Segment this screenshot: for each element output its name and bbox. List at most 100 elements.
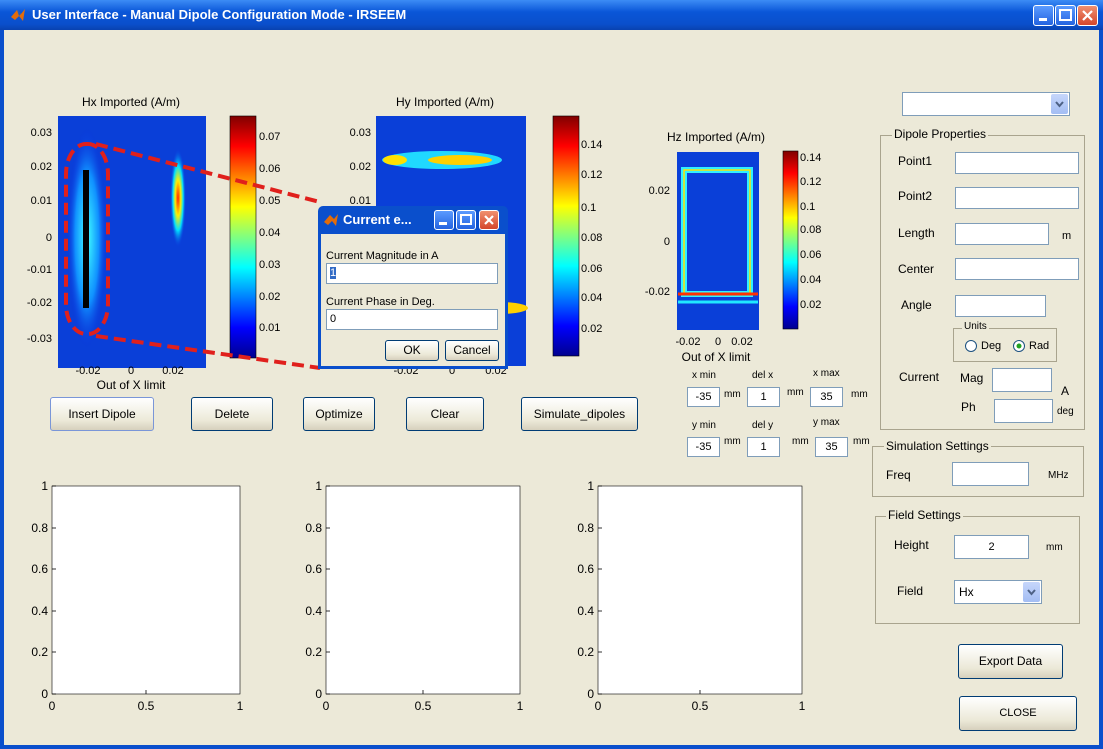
field-select-arrow[interactable] [1023, 582, 1040, 602]
point2-field[interactable] [955, 187, 1079, 209]
clear-button[interactable]: Clear [406, 397, 484, 431]
hx-title: Hx Imported (A/m) [82, 95, 180, 109]
field-select[interactable]: Hx [954, 580, 1042, 604]
center-field[interactable] [955, 258, 1079, 280]
point2-label: Point2 [898, 189, 933, 203]
field-select-value: Hx [959, 585, 974, 599]
empty-axes-2: 1 0.8 0.6 0.4 0.2 0 0 0.5 1 [305, 479, 523, 713]
phase-value: 0 [330, 313, 337, 325]
hy-yticks: 0.03 0.02 0.01 [350, 127, 371, 207]
xtick: 0.5 [692, 699, 709, 713]
hz-xticks: -0.02 0 0.02 [675, 336, 752, 348]
hx-cbar-tick: 0.03 [259, 259, 280, 271]
minimize-icon [439, 222, 447, 225]
hz-colorbar-ticks: 0.14 0.12 0.1 0.08 0.06 0.04 0.02 [800, 152, 821, 311]
y-max-field[interactable]: 35 [815, 437, 848, 457]
del-x-label: del x [752, 370, 774, 381]
simulation-settings-title: Simulation Settings [884, 439, 991, 453]
xtick: 1 [237, 699, 244, 713]
xtick: 0 [323, 699, 330, 713]
units-title: Units [962, 321, 989, 332]
hx-xtick: 0.02 [162, 365, 183, 377]
deg-label: Deg [981, 340, 1002, 352]
maximize-button[interactable] [1055, 5, 1076, 26]
x-min-unit: mm [724, 389, 741, 400]
xtick: 1 [517, 699, 524, 713]
mag-field[interactable] [992, 368, 1052, 392]
close-label: CLOSE [999, 707, 1037, 719]
close-button[interactable]: CLOSE [959, 696, 1077, 731]
freq-label: Freq [886, 468, 911, 482]
del-x-field[interactable]: 1 [747, 387, 780, 407]
hx-cbar-tick: 0.01 [259, 322, 280, 334]
y-min-label: y min [692, 420, 716, 431]
hy-cbar-tick: 0.12 [581, 169, 602, 181]
freq-field[interactable] [952, 462, 1029, 486]
hy-cbar-tick: 0.08 [581, 232, 602, 244]
dialog-close-button[interactable] [479, 210, 499, 230]
insert-dipole-button[interactable]: Insert Dipole [50, 397, 154, 431]
magnitude-field[interactable]: 1 [326, 263, 498, 284]
x-max-field[interactable]: 35 [810, 387, 843, 407]
xtick: 0.5 [138, 699, 155, 713]
dialog-minimize-button[interactable] [434, 210, 454, 230]
dropdown-arrow-button[interactable] [1051, 94, 1068, 114]
height-field[interactable]: 2 [954, 535, 1029, 559]
ok-button[interactable]: OK [385, 340, 439, 361]
angle-field[interactable] [955, 295, 1046, 317]
empty-axes-1: 1 0.8 0.6 0.4 0.2 0 0 0.5 1 [31, 479, 243, 713]
hz-cbar-tick: 0.12 [800, 176, 821, 188]
rad-radio[interactable] [1012, 339, 1026, 353]
height-unit: mm [1046, 542, 1063, 553]
ytick: 0.2 [577, 645, 594, 659]
length-field[interactable] [955, 223, 1049, 245]
hz-xlabel: Out of X limit [682, 350, 751, 364]
phase-field[interactable]: 0 [326, 309, 498, 330]
window-title: User Interface - Manual Dipole Configura… [32, 7, 407, 22]
insert-dipole-label: Insert Dipole [68, 407, 136, 421]
close-window-button[interactable] [1077, 5, 1098, 26]
ph-label: Ph [961, 400, 976, 414]
current-dialog[interactable]: Current e... Current Magnitude in A 1 Cu… [318, 206, 508, 369]
del-y-field[interactable]: 1 [747, 437, 780, 457]
export-data-button[interactable]: Export Data [958, 644, 1063, 679]
phase-label: Current Phase in Deg. [326, 296, 435, 308]
hz-cbar-tick: 0.04 [800, 274, 821, 286]
simulate-dipoles-button[interactable]: Simulate_dipoles [521, 397, 638, 431]
maximize-icon [1059, 9, 1072, 21]
dialog-body: Current Magnitude in A 1 Current Phase i… [321, 234, 505, 366]
cancel-button[interactable]: Cancel [445, 340, 499, 361]
mode-dropdown[interactable] [902, 92, 1070, 116]
optimize-button[interactable]: Optimize [303, 397, 375, 431]
ytick: 0.4 [305, 604, 322, 618]
empty-axes-area: 1 0.8 0.6 0.4 0.2 0 0 0.5 1 1 0.8 0.6 0.… [31, 479, 805, 713]
hx-ytick: -0.01 [27, 264, 52, 276]
field-label: Field [897, 584, 924, 598]
ph-field[interactable] [994, 399, 1053, 423]
dialog-maximize-button[interactable] [456, 210, 476, 230]
point1-field[interactable] [955, 152, 1079, 174]
deg-radio[interactable] [964, 339, 978, 353]
matlab-logo-icon [11, 9, 25, 21]
hz-ytick: 0 [664, 236, 670, 248]
hy-cbar-tick: 0.06 [581, 263, 602, 275]
angle-label: Angle [901, 298, 932, 312]
y-min-field[interactable]: -35 [687, 437, 720, 457]
x-min-field[interactable]: -35 [687, 387, 720, 407]
hx-cbar-tick: 0.06 [259, 163, 280, 175]
hx-xlabel: Out of X limit [97, 378, 166, 392]
close-icon [1082, 10, 1093, 21]
hx-ytick: 0 [46, 232, 52, 244]
delete-button[interactable]: Delete [191, 397, 273, 431]
field-settings-title: Field Settings [886, 508, 963, 522]
title-bar[interactable]: User Interface - Manual Dipole Configura… [0, 0, 1103, 30]
minimize-icon [1039, 18, 1047, 21]
hx-yticks: 0.03 0.02 0.01 0 -0.01 -0.02 -0.03 [27, 127, 52, 345]
ytick: 0.6 [577, 562, 594, 576]
close-icon [484, 215, 494, 225]
current-label: Current [899, 370, 940, 384]
minimize-button[interactable] [1033, 5, 1054, 26]
magnitude-value: 1 [330, 267, 337, 279]
hy-ytick: 0.03 [350, 127, 371, 139]
hy-cbar-tick: 0.02 [581, 323, 602, 335]
